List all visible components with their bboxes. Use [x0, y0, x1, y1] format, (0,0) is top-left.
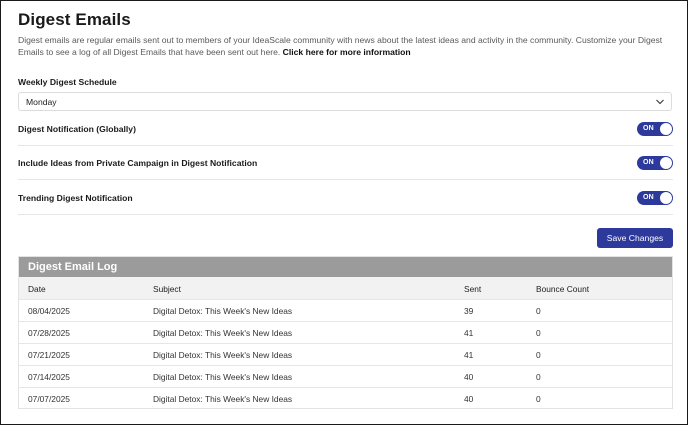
table-row: 07/21/2025 Digital Detox: This Week's Ne… [19, 343, 672, 365]
toggle-state-text: ON [643, 194, 654, 201]
cell-sent: 40 [464, 372, 474, 382]
more-info-link[interactable]: Click here for more information [283, 47, 411, 57]
digest-global-toggle[interactable]: ON [637, 122, 673, 136]
window-frame: Digest Emails Digest emails are regular … [0, 0, 688, 425]
cell-bounce: 0 [536, 328, 541, 338]
cell-sent: 40 [464, 394, 474, 404]
cell-bounce: 0 [536, 372, 541, 382]
toggle-row-trending: Trending Digest Notification ON [18, 181, 673, 215]
column-header-date: Date [28, 284, 46, 294]
cell-subject: Digital Detox: This Week's New Ideas [153, 350, 293, 360]
cell-date: 07/21/2025 [28, 350, 70, 360]
toggle-state-text: ON [643, 125, 654, 132]
page-title: Digest Emails [18, 10, 131, 29]
cell-date: 07/07/2025 [28, 394, 70, 404]
table-row: 08/04/2025 Digital Detox: This Week's Ne… [19, 299, 672, 321]
cell-date: 07/14/2025 [28, 372, 70, 382]
private-campaign-toggle[interactable]: ON [637, 156, 673, 170]
cell-sent: 39 [464, 306, 474, 316]
page-description: Digest emails are regular emails sent ou… [18, 34, 668, 58]
column-header-bounce-count: Bounce Count [536, 284, 590, 294]
trending-digest-toggle[interactable]: ON [637, 191, 673, 205]
toggle-state-text: ON [643, 159, 654, 166]
schedule-select[interactable]: Monday [18, 92, 672, 111]
table-row: 07/28/2025 Digital Detox: This Week's Ne… [19, 321, 672, 343]
cell-date: 08/04/2025 [28, 306, 70, 316]
toggle-knob [660, 192, 672, 204]
schedule-selected-value: Monday [26, 97, 57, 107]
schedule-label: Weekly Digest Schedule [18, 77, 117, 87]
cell-subject: Digital Detox: This Week's New Ideas [153, 306, 293, 316]
toggle-row-private-campaign: Include Ideas from Private Campaign in D… [18, 146, 673, 180]
cell-sent: 41 [464, 328, 474, 338]
cell-subject: Digital Detox: This Week's New Ideas [153, 328, 293, 338]
cell-bounce: 0 [536, 394, 541, 404]
toggle-label: Include Ideas from Private Campaign in D… [18, 158, 258, 168]
chevron-down-icon [656, 99, 664, 105]
toggle-row-digest-global: Digest Notification (Globally) ON [18, 112, 673, 146]
save-changes-button[interactable]: Save Changes [597, 228, 673, 248]
table-row: 07/14/2025 Digital Detox: This Week's Ne… [19, 365, 672, 387]
digest-email-log: Digest Email Log Date Subject Sent Bounc… [18, 256, 673, 409]
toggle-label: Digest Notification (Globally) [18, 124, 136, 134]
cell-bounce: 0 [536, 306, 541, 316]
toggle-label: Trending Digest Notification [18, 193, 133, 203]
table-row: 07/07/2025 Digital Detox: This Week's Ne… [19, 387, 672, 409]
cell-date: 07/28/2025 [28, 328, 70, 338]
cell-bounce: 0 [536, 350, 541, 360]
cell-subject: Digital Detox: This Week's New Ideas [153, 372, 293, 382]
column-header-sent: Sent [464, 284, 482, 294]
toggle-knob [660, 157, 672, 169]
cell-sent: 41 [464, 350, 474, 360]
log-table-header: Date Subject Sent Bounce Count [19, 277, 672, 299]
column-header-subject: Subject [153, 284, 181, 294]
log-title: Digest Email Log [19, 257, 672, 277]
toggle-knob [660, 123, 672, 135]
cell-subject: Digital Detox: This Week's New Ideas [153, 394, 293, 404]
